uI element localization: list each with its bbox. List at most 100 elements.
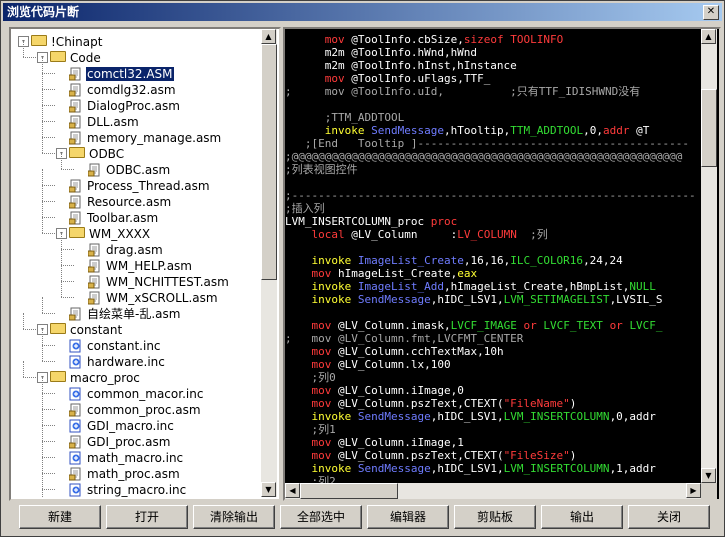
tree-file[interactable]: Resource.asm — [68, 193, 172, 209]
tree-connector — [42, 393, 55, 394]
code-token: @LV_Column.cchTextMax,10h — [331, 345, 504, 358]
code-token: mov — [311, 345, 332, 358]
title-bar[interactable]: 浏览代码片断 ✕ — [3, 3, 722, 21]
code-token: SendMessage — [371, 124, 444, 137]
code-line: mov @ToolInfo.cbSize,sizeof TOOLINFO — [285, 33, 563, 46]
editor-button[interactable]: 编辑器 — [367, 505, 449, 529]
close-icon[interactable]: ✕ — [703, 5, 719, 20]
scroll-right-icon[interactable]: ▶ — [686, 483, 701, 498]
tree-file[interactable]: DLL.asm — [68, 113, 140, 129]
tree-file[interactable]: WM_HELP.asm — [87, 257, 193, 273]
tree-item-label: constant — [70, 322, 123, 337]
include-file-icon — [69, 451, 83, 465]
clipboard-button[interactable]: 剪贴板 — [454, 505, 536, 529]
tree-connector — [42, 201, 55, 202]
tree-connector — [42, 361, 55, 362]
tree-file[interactable]: math_macro.inc — [69, 449, 184, 465]
tree-folder[interactable]: WM_XXXX — [69, 225, 151, 241]
tree-file[interactable]: ODBC.asm — [87, 161, 171, 177]
tree-file[interactable]: common_macor.inc — [69, 385, 204, 401]
code-token: SendMessage — [357, 462, 431, 475]
tree-item-label: comdlg32.asm — [87, 82, 176, 97]
folder-open-icon — [69, 147, 85, 158]
output-button[interactable]: 输出 — [541, 505, 623, 529]
tree-file[interactable]: Process_Thread.asm — [68, 177, 211, 193]
tree-connector — [42, 393, 43, 409]
scroll-up-icon[interactable]: ▲ — [701, 29, 716, 44]
close-button[interactable]: 关闭 — [628, 505, 710, 529]
tree-file[interactable]: 自绘菜单-乱.asm — [68, 305, 181, 321]
tree-file[interactable]: Toolbar.asm — [68, 209, 159, 225]
tree-connector — [42, 329, 43, 345]
scroll-thumb[interactable] — [701, 89, 717, 167]
code-token: ,hIDC_LSV1, — [430, 410, 504, 423]
tree-connector — [42, 473, 55, 474]
asm-file-icon — [68, 467, 83, 481]
new-button[interactable]: 新建 — [19, 505, 101, 529]
tree-connector — [42, 489, 55, 490]
include-file-icon — [69, 419, 83, 433]
tree-connector — [42, 89, 55, 90]
code-token: or — [523, 319, 537, 332]
tree-file[interactable]: math_proc.asm — [68, 465, 181, 481]
code-token: ;TTM_ADDTOOL — [285, 111, 405, 124]
tree-folder[interactable]: !Chinapt — [31, 33, 103, 49]
tree-file[interactable]: hardware.inc — [69, 353, 166, 369]
scroll-down-icon[interactable]: ▼ — [701, 468, 716, 483]
tree-file[interactable]: GDI_macro.inc — [69, 417, 175, 433]
scroll-up-icon[interactable]: ▲ — [261, 29, 276, 44]
code-token: @LV_Column : — [344, 228, 458, 241]
tree-connector — [42, 425, 43, 441]
code-token: ILC_COLOR16 — [510, 254, 584, 267]
tree-folder[interactable]: constant — [50, 321, 123, 337]
tree-folder[interactable]: ODBC — [69, 145, 125, 161]
clear-output-button[interactable]: 清除输出 — [193, 505, 275, 529]
file-tree[interactable]: - !Chinapt - Code comctl32.ASM comdlg32.asm Di… — [11, 29, 261, 497]
tree-connector — [23, 377, 36, 378]
tree-folder[interactable]: macro_proc — [50, 369, 141, 385]
open-button[interactable]: 打开 — [106, 505, 188, 529]
tree-file[interactable]: string_macro.inc — [69, 481, 187, 497]
code-line: mov @LV_Column.imask,LVCF_IMAGE or LVCF_… — [285, 319, 663, 332]
tree-file[interactable]: DialogProc.asm — [68, 97, 181, 113]
tree-item-label: DialogProc.asm — [87, 98, 180, 113]
tree-item-label: constant.inc — [87, 338, 161, 353]
code-token: ,hIDC_LSV1, — [430, 293, 504, 306]
scroll-down-icon[interactable]: ▼ — [261, 482, 276, 497]
code-view[interactable]: mov @ToolInfo.cbSize,sizeof TOOLINFO m2m… — [285, 29, 701, 483]
code-token: invoke — [311, 410, 352, 423]
tree-item-label: math_proc.asm — [87, 466, 180, 481]
include-file-icon — [69, 483, 83, 497]
tree-vertical-scrollbar[interactable]: ▲ ▼ — [261, 29, 277, 497]
tree-file[interactable]: comctl32.ASM — [68, 65, 175, 82]
tree-file[interactable]: drag.asm — [87, 241, 164, 257]
tree-connector — [61, 249, 62, 265]
code-token: LVM_INSERTCOLUMN_proc — [285, 215, 431, 228]
code-line: invoke SendMessage,hIDC_LSV1,LVM_SETIMAG… — [285, 293, 663, 306]
select-all-button[interactable]: 全部选中 — [280, 505, 362, 529]
code-horizontal-scrollbar[interactable]: ◀ ▶ — [285, 483, 701, 499]
code-token: @ToolInfo.uFlags,TTF_ — [344, 72, 491, 85]
scroll-thumb[interactable] — [300, 483, 398, 499]
scroll-thumb[interactable] — [261, 44, 277, 280]
tree-connector — [61, 169, 74, 170]
tree-file[interactable]: WM_NCHITTEST.asm — [87, 273, 230, 289]
code-line: m2m @ToolInfo.hWnd,hWnd — [285, 46, 477, 59]
tree-folder[interactable]: Code — [50, 49, 102, 65]
tree-connector — [42, 185, 43, 201]
tree-file[interactable]: common_proc.asm — [68, 401, 202, 417]
code-vertical-scrollbar[interactable]: ▲ ▼ — [701, 29, 717, 483]
code-token: mov — [311, 397, 332, 410]
tree-file[interactable]: constant.inc — [69, 337, 162, 353]
tree-file[interactable]: memory_manage.asm — [68, 129, 222, 145]
tree-item-label: !Chinapt — [51, 34, 103, 49]
tree-file[interactable]: comdlg32.asm — [68, 81, 177, 97]
tree-file[interactable]: WM_xSCROLL.asm — [87, 289, 219, 305]
code-token: m2m @ToolInfo.hWnd,hWnd — [285, 46, 478, 59]
folder-open-icon — [69, 227, 85, 238]
scroll-left-icon[interactable]: ◀ — [285, 483, 300, 498]
asm-file-icon — [87, 275, 102, 289]
tree-file[interactable]: GDI_proc.asm — [68, 433, 171, 449]
tree-item-label: comctl32.ASM — [85, 65, 175, 82]
